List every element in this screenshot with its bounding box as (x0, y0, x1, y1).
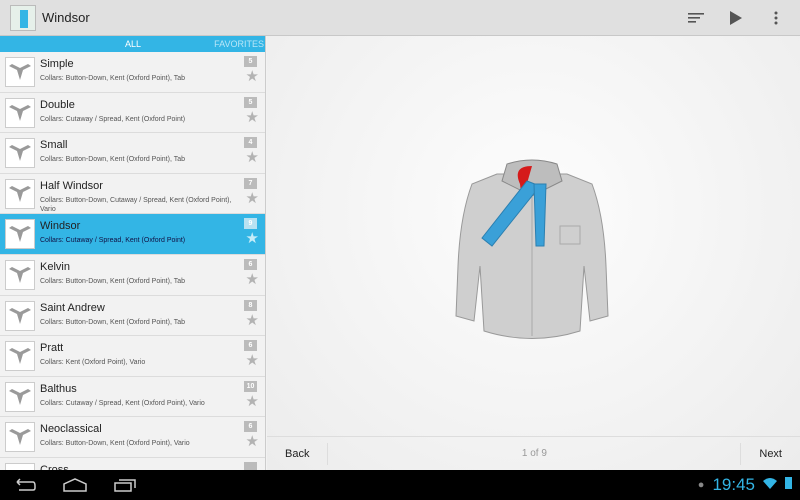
favorite-star-icon[interactable]: ★ (246, 108, 259, 126)
knot-list-item[interactable]: Windsor Collars: Cutaway / Spread, Kent … (0, 214, 265, 255)
favorite-star-icon[interactable]: ★ (246, 392, 259, 410)
knot-list-item[interactable]: Small Collars: Button-Down, Kent (Oxford… (0, 133, 265, 174)
knot-thumbnail (5, 341, 35, 372)
knot-thumbnail (5, 178, 35, 209)
knot-list-item[interactable]: Half Windsor Collars: Button-Down, Cutaw… (0, 174, 265, 215)
home-nav-icon[interactable] (50, 478, 100, 492)
knot-collars: Collars: Button-Down, Cutaway / Spread, … (40, 196, 232, 213)
knot-name: Balthus (40, 382, 77, 395)
knot-detail-pane: Back 1 of 9 Next (267, 36, 800, 470)
difficulty-badge: 7 (244, 177, 257, 189)
difficulty-badge: 5 (244, 96, 257, 108)
knot-collars: Collars: Button-Down, Kent (Oxford Point… (40, 277, 185, 285)
knot-name: Simple (40, 58, 74, 70)
difficulty-badge: 6 (244, 421, 257, 433)
knot-list-item[interactable]: Neoclassical Collars: Button-Down, Kent … (0, 417, 265, 458)
favorite-star-icon[interactable]: ★ (246, 432, 259, 450)
knot-thumbnail (5, 259, 35, 290)
android-debug-icon: ● (697, 479, 705, 491)
difficulty-badge: 8 (244, 299, 257, 311)
knot-name: Small (40, 139, 68, 152)
knot-name: Neoclassical (40, 423, 102, 436)
knot-name: Half Windsor (40, 179, 103, 192)
knot-list[interactable]: Simple Collars: Button-Down, Kent (Oxfor… (0, 52, 265, 470)
system-nav-bar: ● 19:45 (0, 470, 800, 500)
knot-list-item[interactable]: Saint Andrew Collars: Button-Down, Kent … (0, 296, 265, 337)
knot-name: Saint Andrew (40, 301, 105, 314)
favorite-star-icon[interactable]: ★ (246, 229, 259, 247)
knot-list-item[interactable]: Balthus Collars: Cutaway / Spread, Kent … (0, 377, 265, 418)
difficulty-badge: 4 (244, 137, 257, 149)
knot-list-item[interactable]: Kelvin Collars: Button-Down, Kent (Oxfor… (0, 255, 265, 296)
knot-list-item[interactable]: Simple Collars: Button-Down, Kent (Oxfor… (0, 52, 265, 93)
page-indicator: 1 of 9 (327, 442, 742, 465)
knot-collars: Collars: Button-Down, Kent (Oxford Point… (40, 440, 190, 448)
knot-thumbnail (5, 462, 35, 470)
difficulty-badge: 10 (244, 380, 257, 392)
back-nav-icon[interactable] (0, 478, 50, 492)
knot-thumbnail (5, 57, 35, 87)
action-bar: Windsor (0, 0, 800, 36)
knot-thumbnail (5, 300, 35, 331)
knot-thumbnail (5, 138, 35, 169)
wifi-icon (763, 476, 777, 494)
knot-name: Windsor (40, 220, 81, 233)
knot-collars: Collars: Button-Down, Kent (Oxford Point… (40, 156, 185, 164)
app-title: Windsor (42, 10, 90, 25)
favorite-star-icon[interactable]: ★ (246, 189, 259, 207)
favorite-star-icon[interactable]: ★ (246, 351, 259, 369)
favorite-star-icon[interactable]: ★ (246, 270, 259, 288)
overflow-menu-icon[interactable] (766, 8, 786, 28)
knot-thumbnail (5, 422, 35, 453)
app-icon[interactable] (10, 4, 36, 31)
knot-thumbnail (5, 381, 35, 412)
difficulty-badge: 9 (244, 218, 257, 230)
difficulty-badge: 6 (244, 340, 257, 352)
shirt-tie-illustration (455, 159, 609, 339)
knot-list-pane: ALL FAVORITES Simple Collars: Button-Dow… (0, 36, 266, 470)
knot-collars: Collars: Cutaway / Spread, Kent (Oxford … (40, 399, 205, 407)
sort-icon[interactable] (686, 8, 706, 28)
knot-thumbnail (5, 219, 35, 250)
difficulty-badge (244, 461, 257, 470)
next-button[interactable]: Next (741, 437, 800, 470)
favorite-star-icon[interactable]: ★ (246, 148, 259, 166)
back-button[interactable]: Back (267, 437, 327, 470)
recents-nav-icon[interactable] (100, 478, 150, 492)
knot-list-item[interactable]: Pratt Collars: Kent (Oxford Point), Vari… (0, 336, 265, 377)
difficulty-badge: 5 (244, 56, 257, 67)
clock: 19:45 (712, 475, 755, 494)
tab-all[interactable]: ALL (0, 36, 200, 52)
knot-list-item[interactable]: Cross ★ (0, 458, 265, 470)
difficulty-badge: 6 (244, 258, 257, 270)
knot-collars: Collars: Cutaway / Spread, Kent (Oxford … (40, 115, 186, 123)
play-icon[interactable] (726, 8, 746, 28)
knot-name: Kelvin (40, 260, 70, 273)
knot-collars: Collars: Kent (Oxford Point), Vario (40, 359, 146, 367)
knot-collars: Collars: Button-Down, Kent (Oxford Point… (40, 318, 185, 326)
favorite-star-icon[interactable]: ★ (246, 311, 259, 329)
battery-icon (785, 476, 792, 494)
tab-favorites[interactable]: FAVORITES (200, 36, 265, 52)
knot-name: Double (40, 98, 75, 111)
knot-list-item[interactable]: Double Collars: Cutaway / Spread, Kent (… (0, 93, 265, 134)
knot-collars: Collars: Cutaway / Spread, Kent (Oxford … (40, 237, 186, 245)
knot-collars: Collars: Button-Down, Kent (Oxford Point… (40, 75, 185, 82)
knot-thumbnail (5, 97, 35, 128)
knot-name: Pratt (40, 342, 64, 355)
favorite-star-icon[interactable]: ★ (246, 67, 259, 85)
